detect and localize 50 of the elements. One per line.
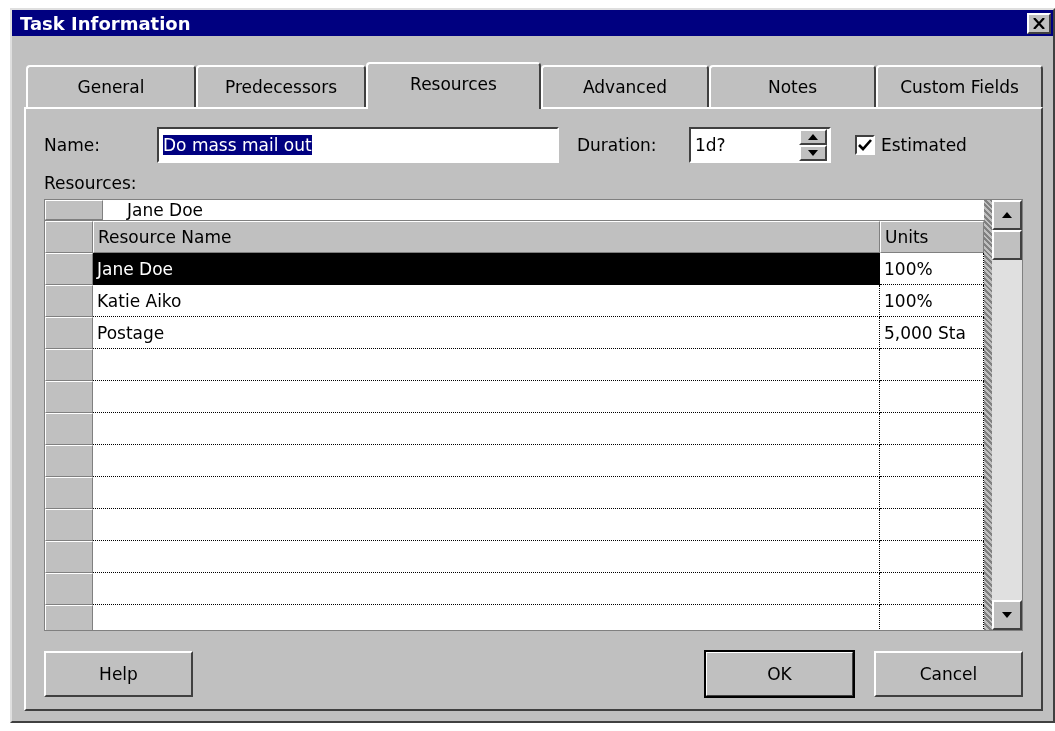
column-header[interactable]: Units: [880, 221, 984, 253]
close-icon: [1033, 17, 1045, 29]
table-cell: Jane Doe: [93, 253, 880, 285]
resources-label: Resources:: [44, 173, 138, 193]
window-title: Task Information: [20, 12, 191, 34]
check-icon: [858, 139, 872, 151]
table-cell: 100%: [880, 285, 984, 317]
scroll-thumb[interactable]: [992, 230, 1022, 260]
table-cell: 5,000 Sta: [880, 317, 984, 349]
estimated-checkbox[interactable]: [855, 135, 875, 155]
tab[interactable]: Predecessors: [196, 65, 366, 107]
tab[interactable]: General: [26, 65, 196, 107]
row-header[interactable]: [45, 541, 93, 573]
tab[interactable]: Notes: [709, 65, 876, 107]
cell-edit-field[interactable]: Jane Doe: [103, 200, 984, 220]
duration-label: Duration:: [577, 135, 658, 155]
row-header[interactable]: [45, 285, 93, 317]
column-header[interactable]: Resource Name: [93, 221, 880, 253]
row-header[interactable]: [45, 573, 93, 605]
down-arrow-icon: [808, 150, 818, 156]
row-header[interactable]: [45, 413, 93, 445]
row-header[interactable]: [45, 349, 93, 381]
tab[interactable]: Resources: [366, 62, 541, 109]
row-header[interactable]: [45, 477, 93, 509]
dialog-button[interactable]: Cancel: [874, 651, 1023, 697]
dialog-button[interactable]: Help: [44, 651, 193, 697]
estimated-label: Estimated: [881, 135, 967, 155]
tab[interactable]: Advanced: [541, 65, 709, 107]
table-cell: Katie Aiko: [93, 285, 880, 317]
down-arrow-icon: [1002, 612, 1012, 618]
close-button[interactable]: [1027, 12, 1051, 34]
tab[interactable]: Custom Fields: [876, 65, 1043, 107]
row-header[interactable]: [45, 253, 93, 285]
table-cell: 100%: [880, 253, 984, 285]
name-label: Name:: [44, 135, 101, 155]
row-header[interactable]: [45, 317, 93, 349]
row-header[interactable]: [45, 445, 93, 477]
row-header[interactable]: [45, 509, 93, 541]
scroll-down-button[interactable]: [992, 600, 1022, 630]
spin-up-button[interactable]: [799, 129, 827, 145]
up-arrow-icon: [1002, 212, 1012, 218]
scroll-up-button[interactable]: [992, 200, 1022, 230]
scrollbar[interactable]: [992, 200, 1022, 630]
up-arrow-icon: [808, 134, 818, 140]
table-cell: Postage: [93, 317, 880, 349]
spin-down-button[interactable]: [799, 145, 827, 161]
row-header[interactable]: [45, 381, 93, 413]
dialog-button[interactable]: OK: [705, 651, 854, 697]
duration-field[interactable]: 1d?: [689, 127, 831, 163]
name-field[interactable]: Do mass mail out: [157, 127, 559, 163]
